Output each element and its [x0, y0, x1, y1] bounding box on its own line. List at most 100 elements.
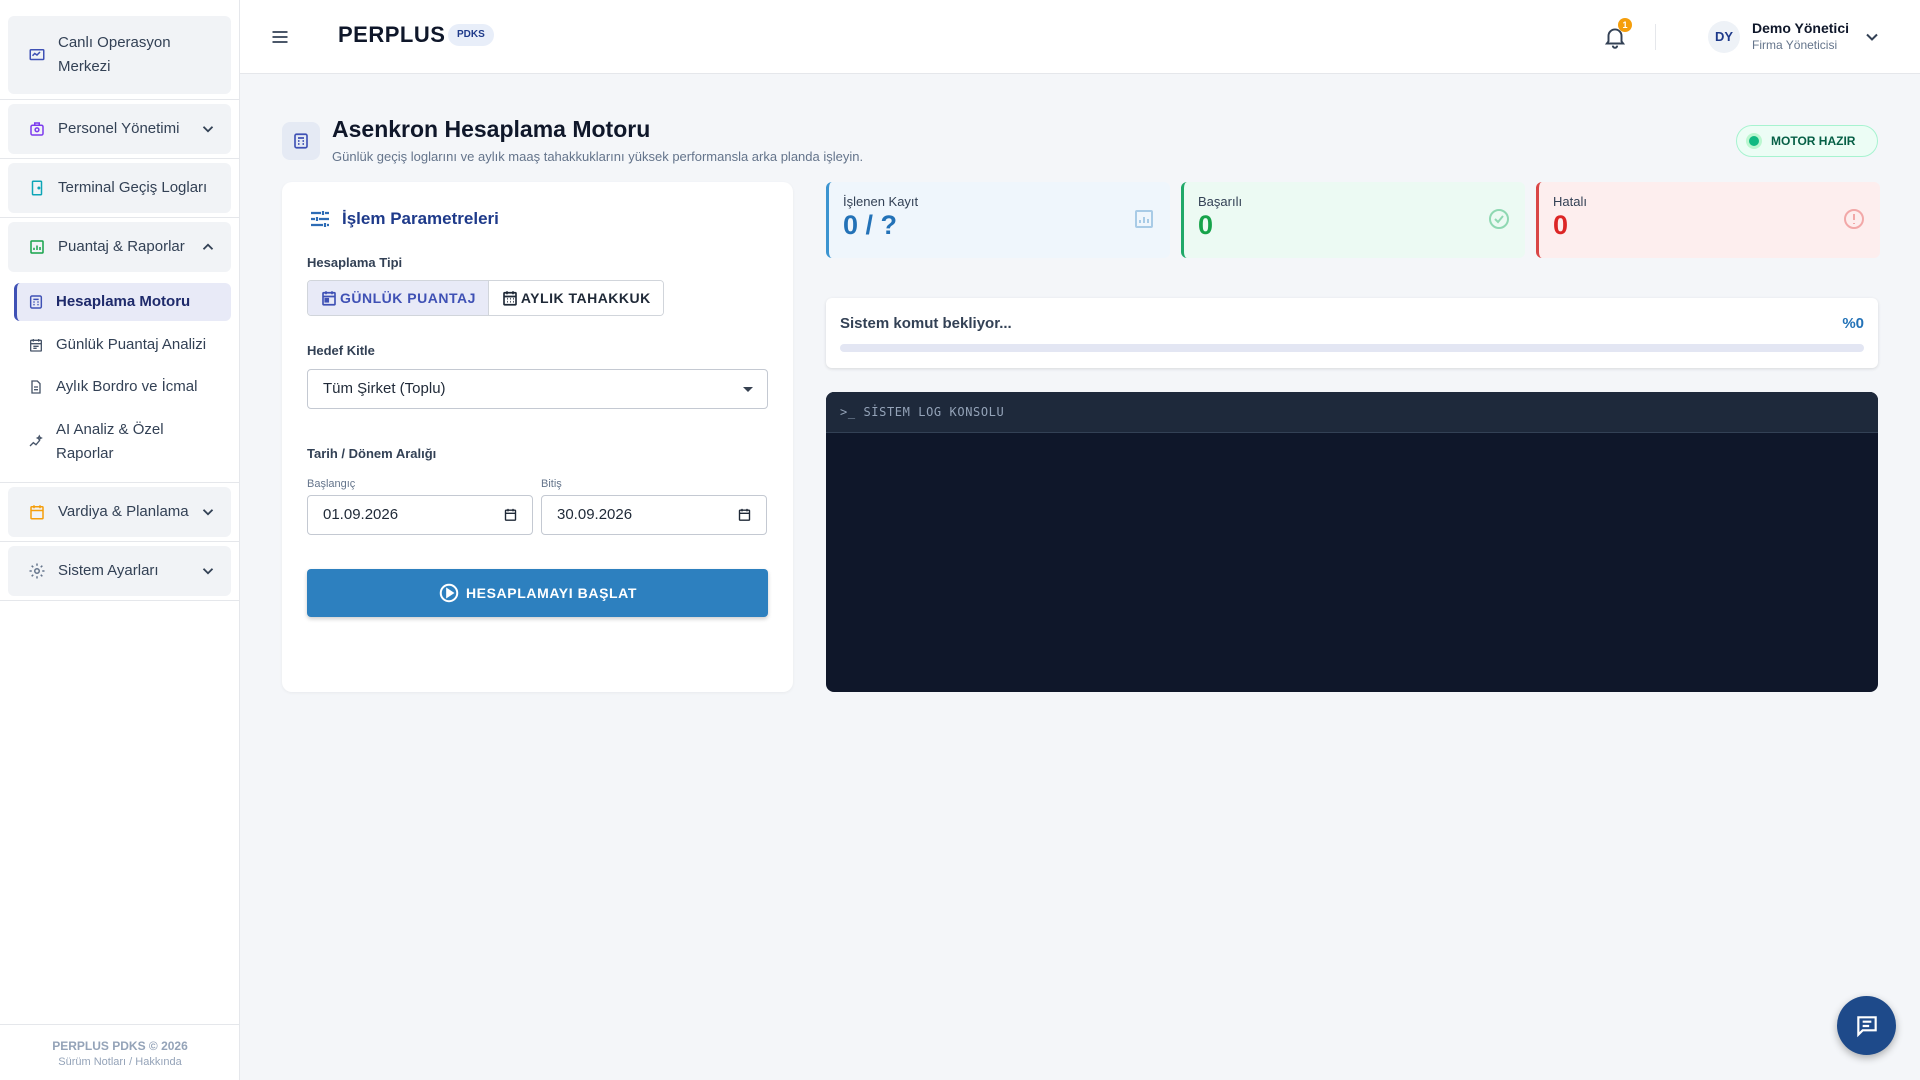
console-title: >_ SİSTEM LOG KONSOLU — [826, 392, 1878, 433]
divider — [0, 541, 240, 542]
status-text: Sistem komut bekliyor... — [840, 315, 1012, 332]
check-circle-icon — [1489, 209, 1509, 229]
stat-value: 0 — [1198, 210, 1214, 240]
sub-item-label: AI Analiz & Özel Raporlar — [56, 421, 164, 462]
date-range-label: Tarih / Dönem Aralığı — [307, 446, 437, 461]
target-select-value: Tüm Şirket (Toplu) — [323, 380, 446, 397]
nav-shift-planning[interactable]: Vardiya & Planlama — [8, 487, 231, 537]
nav-system-settings[interactable]: Sistem Ayarları — [8, 546, 231, 596]
start-date-input[interactable]: 01.09.2026 — [307, 495, 533, 535]
stat-label: İşlenen Kayıt — [843, 194, 919, 209]
status-dot-icon — [1749, 136, 1759, 146]
start-date-value: 01.09.2026 — [323, 506, 399, 523]
sub-item-label: Hesaplama Motoru — [56, 293, 191, 310]
calendar-icon — [28, 503, 46, 521]
divider — [0, 158, 240, 159]
chevron-down-icon — [202, 126, 214, 133]
calc-type-label: Hesaplama Tipi — [307, 255, 403, 270]
calendar-icon[interactable] — [737, 507, 752, 522]
stat-value: 0 — [1553, 210, 1569, 240]
avatar[interactable]: DY — [1708, 21, 1740, 53]
calendar-list-icon — [28, 337, 44, 353]
end-date-value: 30.09.2026 — [557, 506, 633, 523]
brand-badge: PDKS — [448, 24, 494, 46]
parameters-title-text: İşlem Parametreleri — [342, 209, 499, 228]
calendar-today-icon — [322, 291, 336, 306]
sparkle-chart-icon — [28, 434, 44, 450]
nav-label: Canlı Operasyon Merkezi — [58, 34, 171, 75]
sidebar-item-daily-timesheet[interactable]: Günlük Puantaj Analizi — [14, 326, 231, 364]
page-subtitle: Günlük geçiş loglarını ve aylık maaş tah… — [332, 149, 864, 164]
nav-label: Sistem Ayarları — [58, 562, 159, 579]
nav-label: Puantaj & Raporlar — [58, 238, 185, 255]
divider — [1655, 24, 1656, 50]
divider — [0, 482, 240, 483]
sidebar: Canlı Operasyon Merkezi Personel Yönetim… — [0, 0, 240, 1080]
status-badge: MOTOR HAZIR — [1736, 125, 1878, 157]
end-date-input[interactable]: 30.09.2026 — [541, 495, 767, 535]
tune-icon — [311, 211, 329, 227]
sidebar-footer: PERPLUS PDKS © 2026 Sürüm Notları / Hakk… — [0, 1024, 240, 1080]
stat-label: Başarılı — [1198, 194, 1243, 209]
nav-personnel[interactable]: Personel Yönetimi — [8, 104, 231, 154]
sidebar-item-calculation-engine[interactable]: Hesaplama Motoru — [14, 283, 231, 321]
user-name[interactable]: Demo Yönetici — [1752, 20, 1849, 36]
dropdown-arrow-icon — [743, 387, 753, 392]
parameters-title: İşlem Parametreleri — [308, 207, 499, 231]
calc-type-toggle: GÜNLÜK PUANTAJ AYLIK TAHAKKUK — [307, 280, 664, 316]
document-icon — [28, 379, 44, 395]
chevron-down-icon[interactable] — [1862, 27, 1882, 47]
target-label: Hedef Kitle — [307, 343, 375, 358]
nav-label: Terminal Geçiş Logları — [58, 179, 208, 196]
option-label: GÜNLÜK PUANTAJ — [340, 290, 476, 306]
nav-live-operations[interactable]: Canlı Operasyon Merkezi — [8, 16, 231, 94]
chevron-up-icon — [202, 243, 214, 250]
sub-item-label: Günlük Puantaj Analizi — [56, 336, 207, 353]
divider — [0, 99, 240, 100]
door-icon — [28, 179, 46, 197]
option-label: AYLIK TAHAKKUK — [520, 290, 651, 306]
calendar-icon[interactable] — [503, 507, 518, 522]
divider — [0, 600, 240, 601]
play-circle-icon — [439, 583, 459, 603]
log-console[interactable]: >_ SİSTEM LOG KONSOLU — [826, 392, 1878, 692]
notification-badge: 1 — [1618, 18, 1632, 32]
start-calculation-button[interactable]: HESAPLAMAYI BAŞLAT — [307, 569, 768, 617]
report-icon — [28, 238, 46, 256]
sidebar-item-ai-analysis[interactable]: AI Analiz & Özel Raporlar — [14, 414, 231, 470]
stat-value: 0 / ? — [843, 210, 898, 240]
progress-panel: Sistem komut bekliyor... %0 — [826, 298, 1878, 368]
nav-terminal-logs[interactable]: Terminal Geçiş Logları — [8, 163, 231, 213]
nav-label: Vardiya & Planlama — [58, 503, 189, 520]
nav-timesheet-reports[interactable]: Puantaj & Raporlar — [8, 222, 231, 272]
monthly-accrual-option[interactable]: AYLIK TAHAKKUK — [487, 281, 663, 315]
topbar: PERPLUS PDKS 1 DY Demo Yönetici Firma Yö… — [240, 0, 1920, 74]
page-title: Asenkron Hesaplama Motoru — [332, 116, 651, 142]
chat-icon — [1856, 1015, 1877, 1037]
gear-icon — [28, 562, 46, 580]
calculator-icon — [282, 122, 320, 160]
bar-chart-icon — [1135, 210, 1153, 228]
sub-item-label: Aylık Bordro ve İcmal — [56, 378, 198, 395]
failed-card: Hatalı 0 — [1536, 182, 1880, 258]
divider — [0, 217, 240, 218]
badge-icon — [28, 120, 46, 138]
successful-card: Başarılı 0 — [1181, 182, 1525, 258]
nav-label: Personel Yönetimi — [58, 120, 180, 137]
release-notes-link[interactable]: Sürüm Notları / Hakkında — [0, 1056, 240, 1068]
progress-bar — [840, 344, 1864, 352]
start-date-label: Başlangıç — [307, 478, 356, 490]
calculator-icon — [28, 294, 44, 310]
chat-button[interactable] — [1837, 996, 1896, 1055]
start-button-label: HESAPLAMAYI BAŞLAT — [465, 585, 638, 601]
chevron-down-icon — [202, 568, 214, 575]
stat-label: Hatalı — [1553, 194, 1587, 209]
target-select[interactable]: Tüm Şirket (Toplu) — [307, 369, 768, 409]
end-date-label: Bitiş — [541, 478, 562, 490]
error-circle-icon — [1844, 209, 1864, 229]
menu-icon[interactable] — [270, 27, 290, 47]
sidebar-item-monthly-payroll[interactable]: Aylık Bordro ve İcmal — [14, 368, 231, 406]
processed-records-card: İşlenen Kayıt 0 / ? — [826, 182, 1170, 258]
status-badge-label: MOTOR HAZIR — [1771, 134, 1856, 148]
daily-timesheet-option[interactable]: GÜNLÜK PUANTAJ — [308, 281, 488, 315]
